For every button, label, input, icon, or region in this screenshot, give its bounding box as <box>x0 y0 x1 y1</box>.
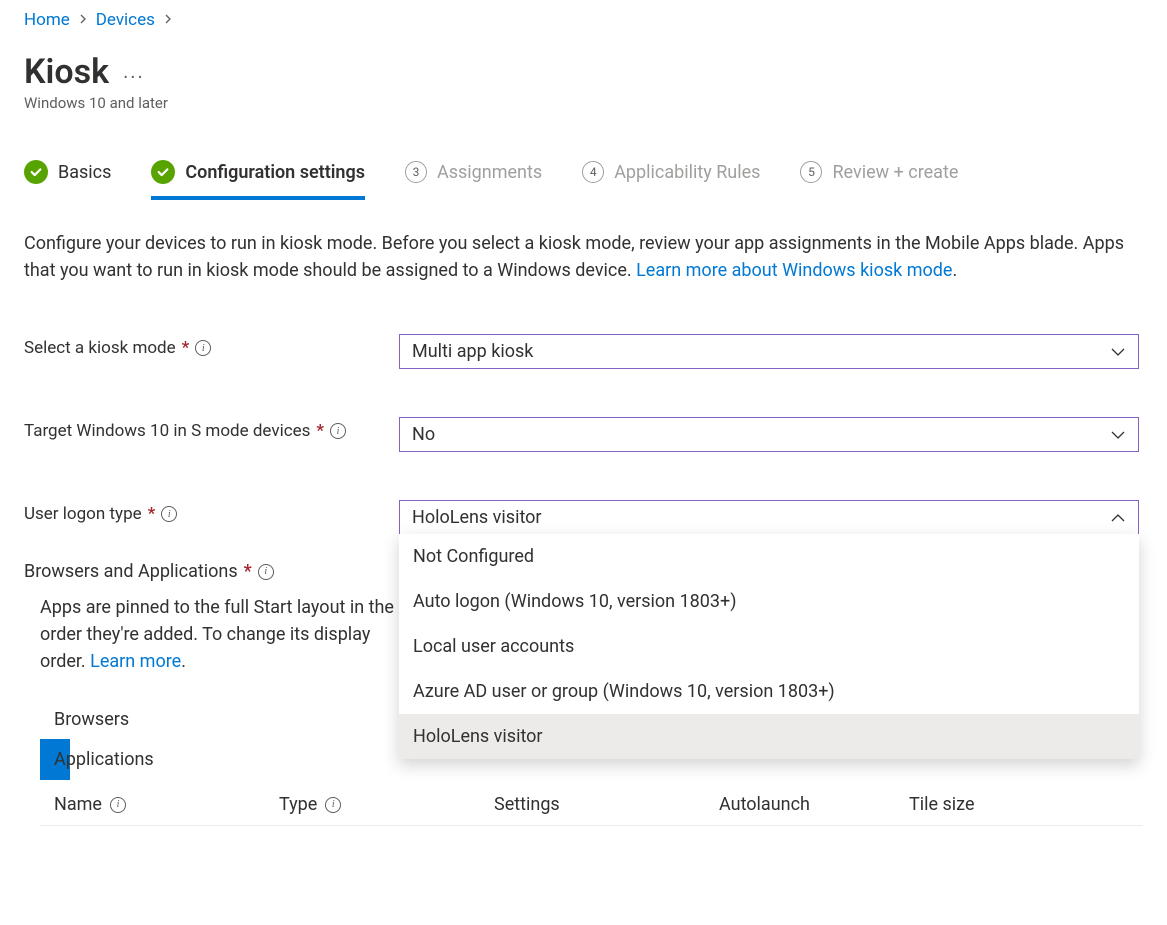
column-header-autolaunch[interactable]: Autolaunch <box>719 794 909 815</box>
tab-basics[interactable]: Basics <box>24 160 111 200</box>
chevron-down-icon <box>1110 427 1126 443</box>
info-icon[interactable]: i <box>330 423 346 439</box>
info-icon[interactable]: i <box>195 340 211 356</box>
tab-assignments[interactable]: 3 Assignments <box>405 160 542 200</box>
required-asterisk: * <box>244 561 252 582</box>
chevron-up-icon <box>1110 510 1126 526</box>
tab-label: Assignments <box>437 162 542 183</box>
apps-description: Apps are pinned to the full Start layout… <box>40 594 420 675</box>
wizard-tabs: Basics Configuration settings 3 Assignme… <box>24 160 1143 200</box>
page-subtitle: Windows 10 and later <box>24 94 1143 112</box>
tab-label: Review + create <box>832 162 958 183</box>
apps-table-header: Name i Type i Settings Autolaunch Tile s… <box>40 780 1143 826</box>
column-header-name[interactable]: Name i <box>54 794 279 815</box>
required-asterisk: * <box>316 421 324 441</box>
step-number-icon: 5 <box>800 161 822 183</box>
logon-option-auto-logon[interactable]: Auto logon (Windows 10, version 1803+) <box>399 579 1139 624</box>
subtab-applications[interactable]: Applications <box>40 739 168 780</box>
subtab-browsers[interactable]: Browsers <box>40 699 143 740</box>
column-header-type[interactable]: Type i <box>279 794 494 815</box>
tab-configuration-settings[interactable]: Configuration settings <box>151 160 365 200</box>
info-icon[interactable]: i <box>258 564 274 580</box>
required-asterisk: * <box>182 338 190 358</box>
page-title: Kiosk <box>24 52 109 92</box>
logon-type-dropdown: Not Configured Auto logon (Windows 10, v… <box>399 534 1139 759</box>
info-icon[interactable]: i <box>161 506 177 522</box>
logon-type-label: User logon type * i <box>24 500 399 524</box>
step-number-icon: 3 <box>405 161 427 183</box>
column-header-tilesize[interactable]: Tile size <box>909 794 1059 815</box>
tab-label: Configuration settings <box>185 162 365 183</box>
chevron-right-icon <box>163 13 173 27</box>
logon-option-hololens-visitor[interactable]: HoloLens visitor <box>399 714 1139 759</box>
logon-option-not-configured[interactable]: Not Configured <box>399 534 1139 579</box>
info-icon[interactable]: i <box>110 797 126 813</box>
breadcrumb: Home Devices <box>24 10 1143 30</box>
more-actions-button[interactable]: ··· <box>123 55 145 89</box>
column-header-settings[interactable]: Settings <box>494 794 719 815</box>
config-description: Configure your devices to run in kiosk m… <box>24 230 1143 284</box>
step-number-icon: 4 <box>582 161 604 183</box>
breadcrumb-home[interactable]: Home <box>24 10 70 30</box>
learn-more-kiosk-link[interactable]: Learn more about Windows kiosk mode <box>636 260 952 281</box>
logon-option-local-user[interactable]: Local user accounts <box>399 624 1139 669</box>
kiosk-mode-select[interactable]: Multi app kiosk <box>399 334 1139 369</box>
breadcrumb-devices[interactable]: Devices <box>96 10 155 30</box>
title-row: Kiosk ··· <box>24 52 1143 92</box>
check-circle-icon <box>151 160 175 184</box>
tab-review-create[interactable]: 5 Review + create <box>800 160 958 200</box>
tab-label: Basics <box>58 162 111 183</box>
tab-label: Applicability Rules <box>614 162 760 183</box>
chevron-down-icon <box>1110 344 1126 360</box>
s-mode-select[interactable]: No <box>399 417 1139 452</box>
logon-option-azure-ad[interactable]: Azure AD user or group (Windows 10, vers… <box>399 669 1139 714</box>
kiosk-mode-label: Select a kiosk mode * i <box>24 334 399 358</box>
check-circle-icon <box>24 160 48 184</box>
chevron-right-icon <box>78 13 88 27</box>
info-icon[interactable]: i <box>325 797 341 813</box>
required-asterisk: * <box>148 504 156 524</box>
tab-applicability-rules[interactable]: 4 Applicability Rules <box>582 160 760 200</box>
learn-more-layout-link[interactable]: Learn more <box>90 651 181 672</box>
logon-type-select[interactable]: HoloLens visitor <box>399 500 1139 535</box>
s-mode-label: Target Windows 10 in S mode devices * i <box>24 417 399 441</box>
